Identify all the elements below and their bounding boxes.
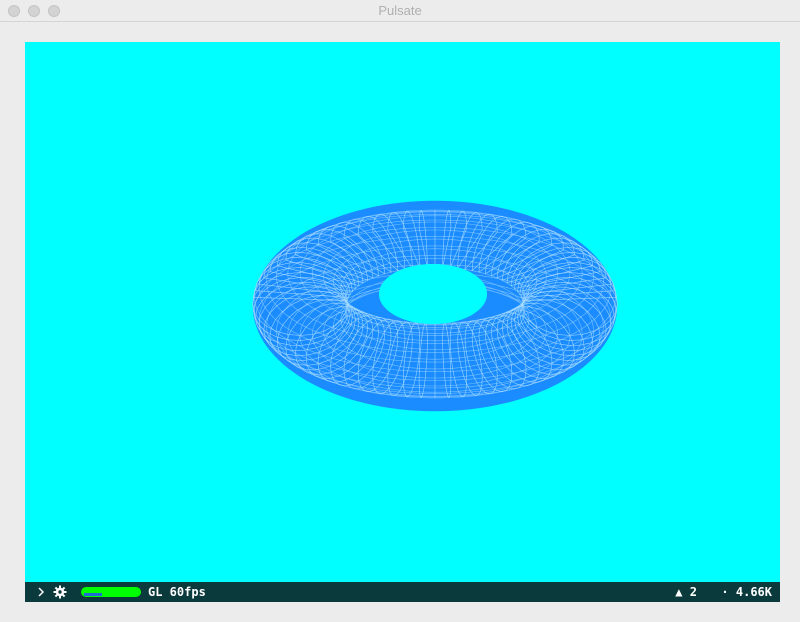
fps-label: GL 60fps — [148, 585, 206, 599]
torus-mesh — [252, 200, 618, 412]
point-count: 4.66K — [735, 585, 772, 599]
window-title: Pulsate — [378, 3, 422, 18]
torus-hole-mask — [379, 264, 487, 324]
dot-icon: · — [721, 585, 729, 599]
triangle-icon: ▲ — [675, 585, 683, 599]
fps-meter — [81, 587, 141, 597]
triangle-count: 2 — [689, 585, 697, 599]
status-bar: GL 60fps ▲ 2 · 4.66K — [25, 582, 780, 602]
mesh-stats: ▲ 2 · 4.66K — [675, 585, 772, 599]
fps-meter-fill — [84, 593, 102, 596]
chevron-right-icon[interactable] — [35, 584, 47, 600]
gear-icon[interactable] — [53, 585, 67, 599]
title-bar: Pulsate — [0, 0, 800, 22]
gl-viewport[interactable] — [25, 42, 780, 582]
